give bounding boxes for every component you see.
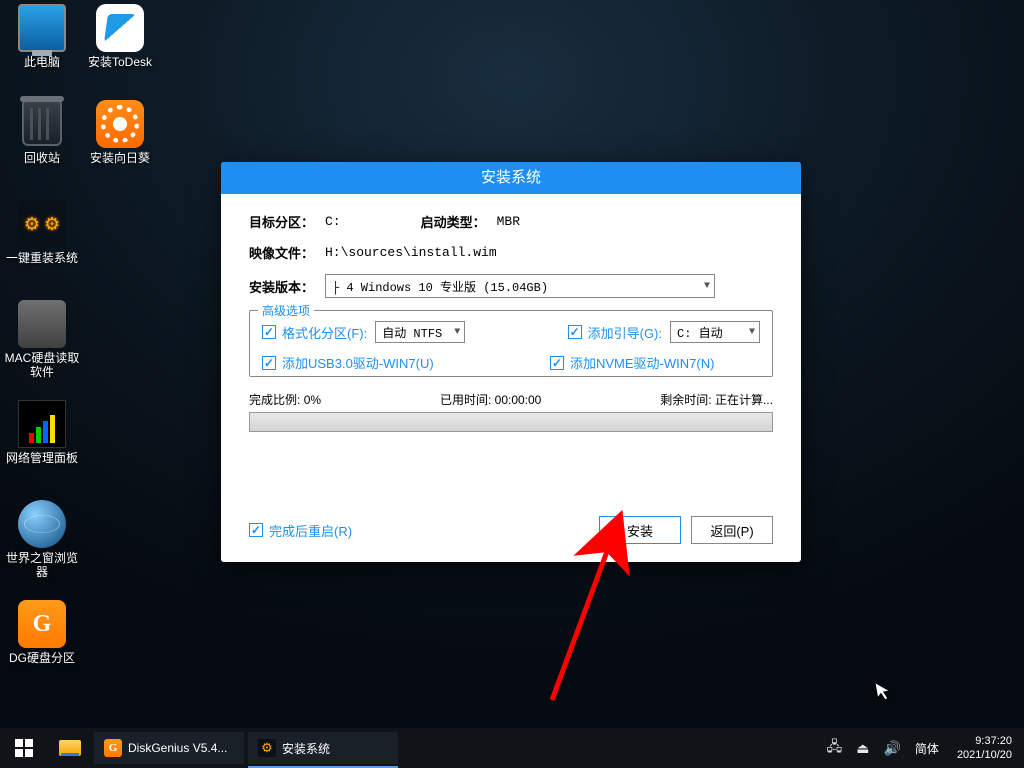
- nvme-driver-checkbox[interactable]: 添加NVME驱动-WIN7(N): [550, 353, 760, 372]
- desktop-icon-macreader[interactable]: MAC硬盘读取软件: [4, 300, 80, 379]
- format-fs-select[interactable]: 自动 NTFS: [375, 321, 465, 343]
- taskbar-btn-install-system[interactable]: ⚙ 安装系统: [248, 732, 398, 764]
- sunlogin-icon: [96, 100, 144, 148]
- install-version-label: 安装版本：: [249, 277, 325, 296]
- icon-label: 一键重装系统: [4, 251, 80, 265]
- icon-label: 世界之窗浏览器: [4, 551, 80, 579]
- file-explorer-icon: [59, 740, 81, 756]
- window-titlebar[interactable]: 安装系统: [221, 162, 801, 194]
- format-partition-checkbox[interactable]: 格式化分区(F): 自动 NTFS: [262, 321, 511, 343]
- usb3-driver-checkbox[interactable]: 添加USB3.0驱动-WIN7(U): [262, 353, 511, 372]
- desktop-icon-sunlogin[interactable]: 安装向日葵: [82, 100, 158, 165]
- computer-icon: [18, 4, 66, 52]
- diskgenius-icon: G: [18, 600, 66, 648]
- add-boot-select[interactable]: C: 自动: [670, 321, 760, 343]
- install-version-select[interactable]: ├ 4 Windows 10 专业版 (15.04GB): [325, 274, 715, 298]
- todesk-icon: [96, 4, 144, 52]
- volume-tray-icon[interactable]: 🔊: [883, 740, 900, 757]
- apple-disk-icon: [18, 300, 66, 348]
- icon-label: DG硬盘分区: [4, 651, 80, 665]
- desktop-icon-theworld[interactable]: 世界之窗浏览器: [4, 500, 80, 579]
- install-button[interactable]: 安装: [599, 516, 681, 544]
- system-tray: 🖧 ⏏ 🔊 简体 9:37:20 2021/10/20: [827, 734, 1024, 762]
- target-partition-value: C:: [325, 214, 341, 229]
- desktop-icon-diskgenius[interactable]: G DG硬盘分区: [4, 600, 80, 665]
- icon-label: MAC硬盘读取软件: [4, 351, 80, 379]
- icon-label: 安装ToDesk: [82, 55, 158, 69]
- reboot-after-checkbox[interactable]: 完成后重启(R): [249, 521, 352, 540]
- checkbox-icon: [262, 325, 276, 339]
- usb-tray-icon[interactable]: ⏏: [856, 740, 869, 757]
- taskbar-file-explorer[interactable]: [48, 728, 92, 768]
- diskgenius-icon: G: [104, 739, 122, 757]
- boot-type-value: MBR: [497, 214, 520, 229]
- advanced-options-legend: 高级选项: [258, 302, 314, 319]
- checkbox-icon: [550, 356, 564, 370]
- advanced-options-group: 高级选项 格式化分区(F): 自动 NTFS 添加引导(G): C: 自动: [249, 310, 773, 377]
- checkbox-icon: [262, 356, 276, 370]
- boot-type-label: 启动类型：: [421, 212, 497, 231]
- image-file-value: H:\sources\install.wim: [325, 245, 497, 260]
- ime-indicator[interactable]: 简体: [915, 740, 939, 757]
- window-title: 安装系统: [481, 169, 541, 186]
- progress-bar: [249, 412, 773, 432]
- icon-label: 安装向日葵: [82, 151, 158, 165]
- icon-label: 回收站: [4, 151, 80, 165]
- network-panel-icon: [18, 400, 66, 448]
- taskbar-btn-diskgenius[interactable]: G DiskGenius V5.4...: [94, 732, 244, 764]
- start-button[interactable]: [0, 728, 48, 768]
- checkbox-icon: [249, 523, 263, 537]
- gears-icon: [18, 200, 66, 248]
- progress-info: 完成比例: 0% 已用时间: 00:00:00 剩余时间: 正在计算...: [249, 391, 773, 408]
- back-button[interactable]: 返回(P): [691, 516, 773, 544]
- checkbox-icon: [568, 325, 582, 339]
- recycle-bin-icon: [22, 100, 62, 146]
- taskbar-clock[interactable]: 9:37:20 2021/10/20: [953, 734, 1016, 762]
- image-file-label: 映像文件：: [249, 243, 325, 262]
- icon-label: 此电脑: [4, 55, 80, 69]
- add-boot-checkbox[interactable]: 添加引导(G): C: 自动: [568, 321, 760, 343]
- network-tray-icon[interactable]: 🖧: [827, 736, 843, 760]
- icon-label: 网络管理面板: [4, 451, 80, 465]
- taskbar: G DiskGenius V5.4... ⚙ 安装系统 🖧 ⏏ 🔊 简体 9:3…: [0, 728, 1024, 768]
- desktop-icon-reinstall[interactable]: 一键重装系统: [4, 200, 80, 265]
- desktop-icon-todesk[interactable]: 安装ToDesk: [82, 4, 158, 69]
- desktop-icon-this-pc[interactable]: 此电脑: [4, 4, 80, 69]
- gear-icon: ⚙: [258, 739, 276, 757]
- desktop-icon-recycle-bin[interactable]: 回收站: [4, 100, 80, 165]
- globe-icon: [18, 500, 66, 548]
- target-partition-label: 目标分区：: [249, 212, 325, 231]
- windows-logo-icon: [15, 739, 33, 757]
- desktop-icon-netpanel[interactable]: 网络管理面板: [4, 400, 80, 465]
- install-system-window: 安装系统 目标分区： C: 启动类型： MBR 映像文件： H:\sources…: [221, 162, 801, 562]
